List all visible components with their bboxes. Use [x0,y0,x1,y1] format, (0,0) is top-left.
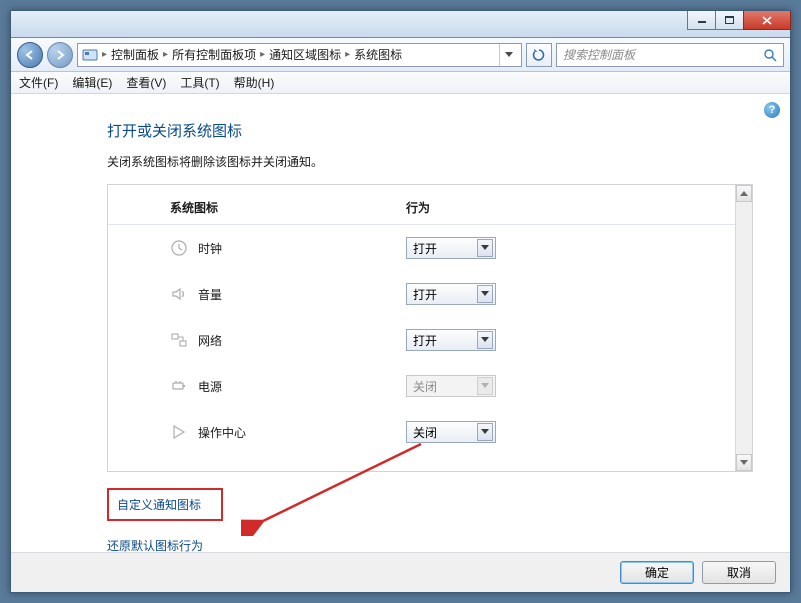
search-placeholder: 搜索控制面板 [563,46,635,63]
customize-notification-icons-link[interactable]: 自定义通知图标 [107,488,223,521]
scroll-down-button[interactable] [736,454,752,471]
chevron-down-icon [477,285,493,303]
behavior-dropdown-network[interactable]: 打开 [406,329,496,351]
dropdown-value: 打开 [413,332,437,349]
forward-button[interactable] [47,42,73,68]
breadcrumb-item[interactable]: 所有控制面板项 [172,46,256,63]
control-panel-icon [82,47,98,63]
behavior-dropdown-volume[interactable]: 打开 [406,283,496,305]
breadcrumb-item[interactable]: 系统图标 [354,46,402,63]
back-button[interactable] [17,42,43,68]
scrollbar[interactable] [735,185,752,471]
chevron-right-icon: ▸ [343,49,352,60]
dropdown-value: 关闭 [413,378,437,395]
dropdown-value: 打开 [413,286,437,303]
row-label: 操作中心 [198,424,406,441]
row-label: 音量 [198,286,406,303]
action-center-icon [170,423,198,441]
refresh-icon [532,48,546,62]
links-section: 自定义通知图标 还原默认图标行为 [107,488,776,552]
column-system-icon: 系统图标 [170,199,406,216]
behavior-dropdown-clock[interactable]: 打开 [406,237,496,259]
system-icons-table: 系统图标 行为 时钟 打开 音量 [107,184,753,472]
table-row: 时钟 打开 [108,225,735,271]
titlebar [11,11,790,38]
chevron-down-icon [505,52,513,58]
forward-arrow-icon [54,49,66,61]
table-row: 网络 打开 [108,317,735,363]
row-label: 电源 [198,378,406,395]
close-button[interactable] [743,11,791,30]
power-icon [170,377,198,395]
menu-view[interactable]: 查看(V) [126,74,166,91]
chevron-right-icon: ▸ [161,49,170,60]
address-bar[interactable]: ▸ 控制面板 ▸ 所有控制面板项 ▸ 通知区域图标 ▸ 系统图标 [77,43,522,67]
address-dropdown[interactable] [499,44,517,66]
clock-icon [170,239,198,257]
minimize-icon [697,16,707,24]
row-label: 时钟 [198,240,406,257]
menu-file[interactable]: 文件(F) [19,74,58,91]
cancel-button[interactable]: 取消 [702,561,776,584]
table-header: 系统图标 行为 [108,185,735,225]
dropdown-value: 打开 [413,240,437,257]
close-icon [762,16,772,25]
content-area: ? 打开或关闭系统图标 关闭系统图标将删除该图标并关闭通知。 系统图标 行为 时… [11,94,790,552]
menu-help[interactable]: 帮助(H) [234,74,275,91]
chevron-down-icon [477,239,493,257]
chevron-right-icon: ▸ [258,49,267,60]
behavior-dropdown-action-center[interactable]: 关闭 [406,421,496,443]
table-row: 操作中心 关闭 [108,409,735,455]
ok-button[interactable]: 确定 [620,561,694,584]
back-arrow-icon [24,49,36,61]
window: ▸ 控制面板 ▸ 所有控制面板项 ▸ 通知区域图标 ▸ 系统图标 搜索控制面板 … [10,10,791,593]
footer: 确定 取消 [11,552,790,592]
page-title: 打开或关闭系统图标 [107,120,776,141]
navbar: ▸ 控制面板 ▸ 所有控制面板项 ▸ 通知区域图标 ▸ 系统图标 搜索控制面板 [11,38,790,72]
row-label: 网络 [198,332,406,349]
restore-default-behavior-link[interactable]: 还原默认图标行为 [107,537,203,552]
volume-icon [170,285,198,303]
table-row: 电源 关闭 [108,363,735,409]
minimize-button[interactable] [687,11,716,30]
refresh-button[interactable] [526,43,552,67]
search-icon [763,48,777,62]
help-icon[interactable]: ? [764,102,780,118]
network-icon [170,331,198,349]
search-input[interactable]: 搜索控制面板 [556,43,784,67]
chevron-right-icon: ▸ [100,49,109,60]
dropdown-value: 关闭 [413,424,437,441]
chevron-down-icon [477,377,493,395]
chevron-down-icon [477,331,493,349]
breadcrumb-item[interactable]: 控制面板 [111,46,159,63]
maximize-icon [725,16,735,25]
breadcrumb-item[interactable]: 通知区域图标 [269,46,341,63]
chevron-down-icon [477,423,493,441]
page-subtext: 关闭系统图标将删除该图标并关闭通知。 [107,153,776,170]
menu-edit[interactable]: 编辑(E) [72,74,112,91]
table-row: 音量 打开 [108,271,735,317]
chevron-down-icon [740,460,748,466]
scroll-up-button[interactable] [736,185,752,202]
menu-tools[interactable]: 工具(T) [180,74,219,91]
maximize-button[interactable] [715,11,744,30]
column-behavior: 行为 [406,199,556,216]
chevron-up-icon [740,191,748,197]
behavior-dropdown-power: 关闭 [406,375,496,397]
menubar: 文件(F) 编辑(E) 查看(V) 工具(T) 帮助(H) [11,72,790,94]
